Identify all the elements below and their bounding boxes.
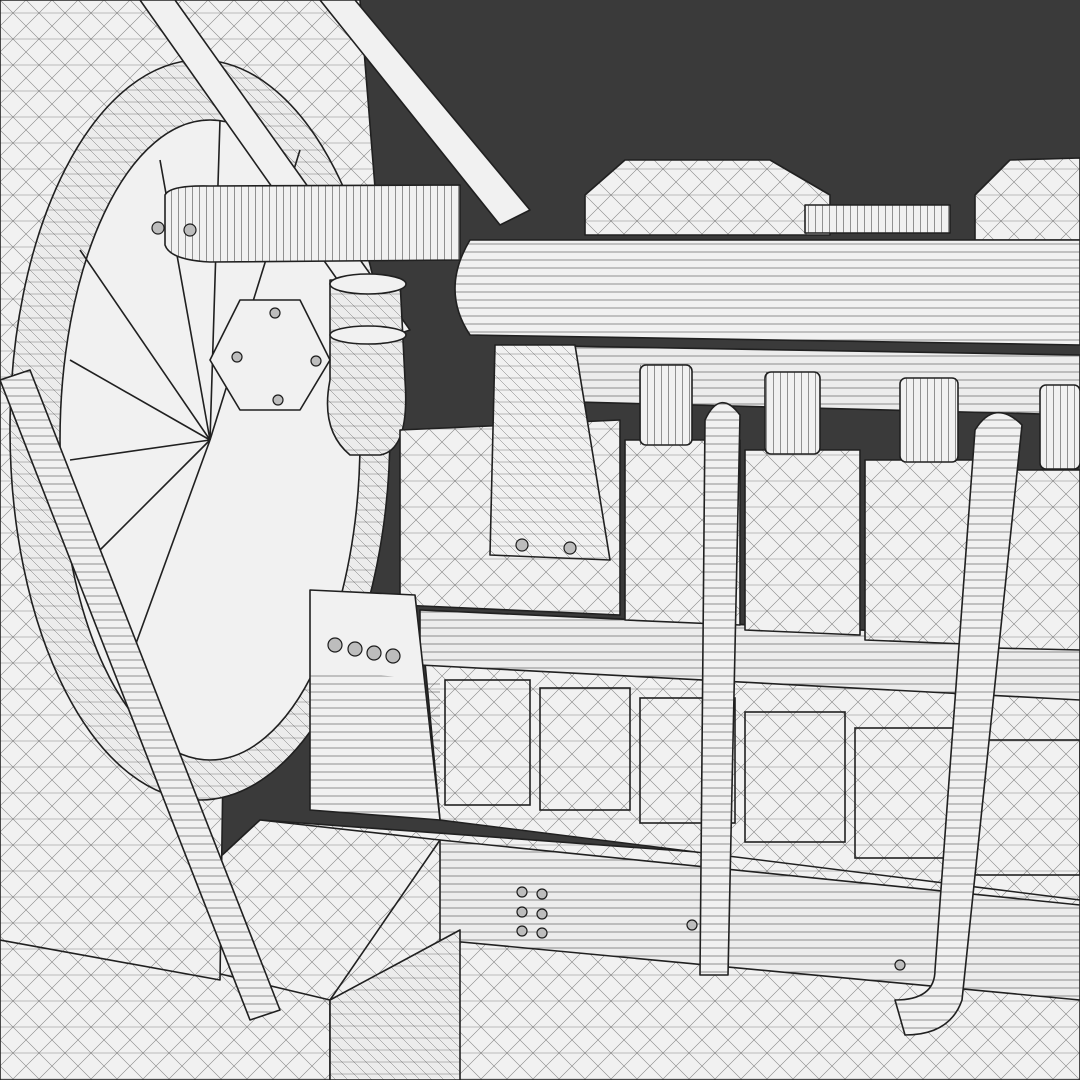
indicator-icon [347,641,363,657]
bolt-icon [536,927,548,939]
bolt-icon [894,959,906,971]
bolt-icon [310,355,322,367]
bolt-icon [269,307,281,319]
wireframe-render [0,0,1080,1080]
render-viewport [0,0,1080,1080]
bolt-icon [516,906,528,918]
bolt-icon [536,908,548,920]
indicator-icon [366,645,382,661]
bolt-icon [515,538,529,552]
bolt-icon [516,886,528,898]
bolt-icon [563,541,577,555]
bolt-icon [231,351,243,363]
bolt-icon [272,394,284,406]
elbow-pipe [326,273,407,456]
indicator-icon [327,637,343,653]
bolt-icon [516,925,528,937]
bolt-icon [686,919,698,931]
indicator-icon [385,648,401,664]
turbocharger [151,184,461,263]
rocker-covers [584,157,1080,241]
bolt-icon [536,888,548,900]
bolt-icon [183,223,197,237]
bolt-icon [151,221,165,235]
